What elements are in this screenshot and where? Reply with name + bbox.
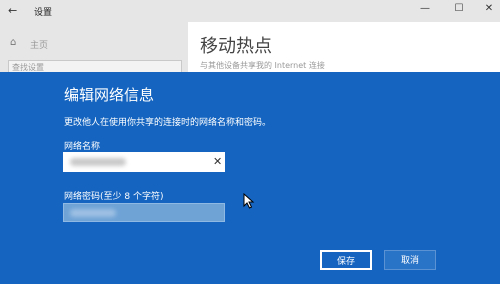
sidebar-item-home-label: 主页 bbox=[30, 41, 49, 51]
minimize-button[interactable]: — bbox=[418, 3, 432, 14]
network-password-field[interactable] bbox=[63, 203, 225, 222]
dialog-title: 编辑网络信息 bbox=[64, 86, 155, 104]
network-password-label: 网络密码(至少 8 个字符) bbox=[64, 192, 164, 202]
window-title: 设置 bbox=[34, 8, 53, 18]
home-icon: ⌂ bbox=[10, 37, 17, 48]
dialog-description: 更改他人在使用你共享的连接时的网络名称和密码。 bbox=[64, 118, 272, 128]
sidebar-item-home[interactable] bbox=[0, 32, 188, 54]
redacted-password-text bbox=[70, 209, 116, 217]
page-title: 移动热点 bbox=[200, 36, 272, 57]
maximize-button[interactable]: ☐ bbox=[452, 3, 466, 14]
page-subtitle: 与其他设备共享我的 Internet 连接 bbox=[200, 61, 325, 70]
save-button[interactable]: 保存 bbox=[320, 250, 372, 270]
title-bar: ← 设置 — ☐ ✕ bbox=[0, 0, 500, 22]
redacted-name-text bbox=[70, 158, 126, 166]
cancel-button[interactable]: 取消 bbox=[384, 250, 436, 270]
mouse-cursor-icon bbox=[243, 193, 255, 209]
clear-icon[interactable]: ✕ bbox=[213, 155, 222, 168]
close-button[interactable]: ✕ bbox=[482, 3, 496, 14]
network-name-label: 网络名称 bbox=[64, 142, 101, 152]
back-arrow-icon[interactable]: ← bbox=[8, 4, 17, 17]
network-name-field[interactable] bbox=[63, 152, 225, 172]
